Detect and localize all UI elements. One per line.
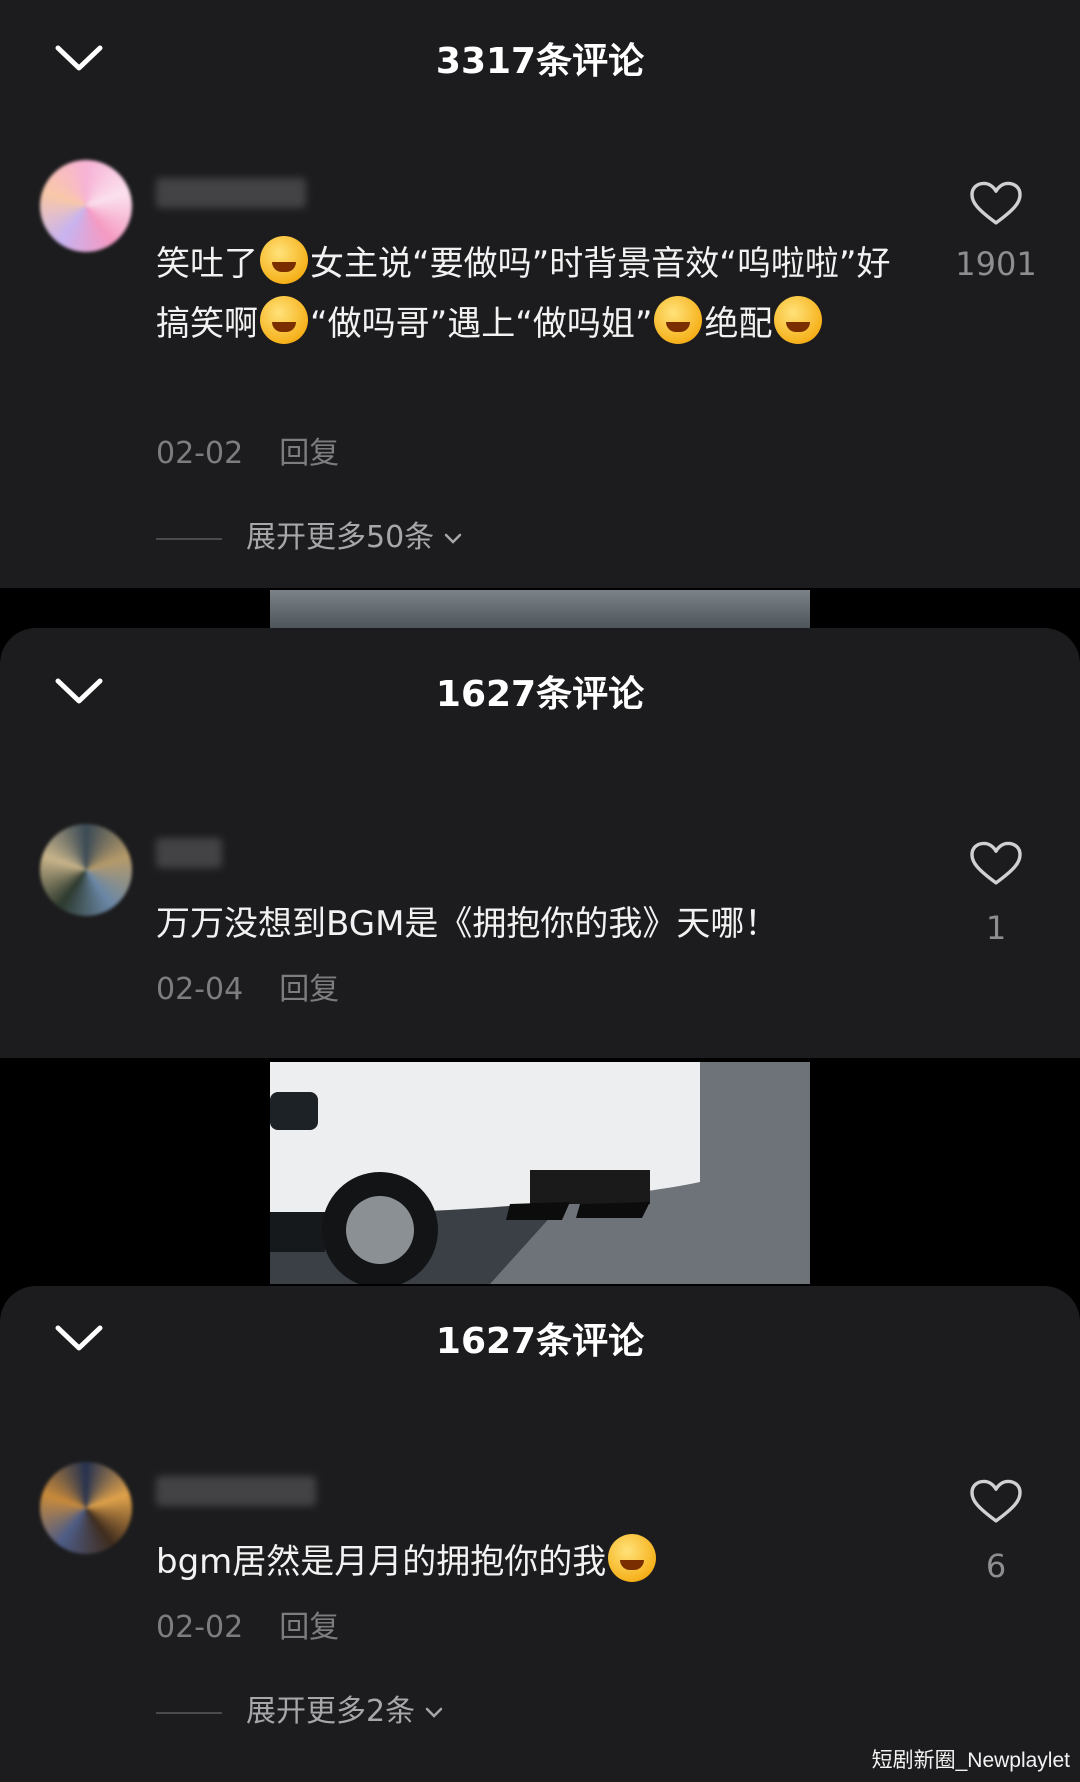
- comment-date: 02-02: [156, 1610, 244, 1645]
- sheet-header: 3317条评论: [0, 0, 1080, 120]
- divider: [156, 537, 222, 540]
- smiling-emoji-icon: [654, 296, 703, 344]
- comment-text-part: 笑吐了: [156, 244, 258, 284]
- reply-button[interactable]: 回复: [279, 436, 339, 471]
- username-blurred[interactable]: [156, 1476, 316, 1506]
- comment-date: 02-04: [156, 972, 244, 1007]
- comment-count-title: 1627条评论: [435, 1321, 645, 1362]
- comment-date: 02-02: [156, 436, 244, 471]
- video-frame: [270, 1062, 810, 1284]
- sheet-header: 1627条评论: [0, 1286, 1080, 1406]
- avatar[interactable]: [40, 160, 132, 252]
- comment-sheet-1: 3317条评论 笑吐了 女主说“要做吗”时背景音效“呜啦啦”好搞笑啊 “做吗哥”遇上…: [0, 0, 1080, 588]
- like-count: 1901: [955, 245, 1037, 283]
- comment-text-part: 绝配: [704, 304, 773, 344]
- comment-sheet-2: 1627条评论 万万没想到BGM是《拥抱你的我》天哪！ 02-04 回复 1: [0, 628, 1080, 1058]
- comment-count-title: 3317条评论: [435, 41, 645, 82]
- comment-count-title: 1627条评论: [435, 674, 645, 715]
- video-frame-illustration: [270, 1062, 810, 1284]
- comment-text: bgm居然是月月的拥抱你的我: [156, 1532, 916, 1592]
- reply-button[interactable]: 回复: [279, 1610, 339, 1645]
- heart-outline-icon[interactable]: [964, 840, 1028, 888]
- reply-button[interactable]: 回复: [279, 972, 339, 1007]
- expand-replies-label: 展开更多2条: [246, 1694, 416, 1729]
- heart-outline-icon[interactable]: [964, 180, 1028, 228]
- expand-replies-button[interactable]: 展开更多50条: [156, 518, 462, 558]
- like-count: 1: [985, 909, 1007, 947]
- comment-text-part: bgm居然是月月的拥抱你的我: [156, 1542, 607, 1582]
- comment-text-part: “做吗哥”遇上“做吗姐”: [310, 304, 653, 344]
- comment-sheet-3: 1627条评论 bgm居然是月月的拥抱你的我 02-02 回复 6 展开更多2条: [0, 1286, 1080, 1782]
- watermark: 短剧新圈_Newplaylet: [871, 1749, 1070, 1772]
- comment-meta: 02-02 回复: [156, 1608, 339, 1648]
- divider: [156, 1711, 222, 1714]
- heart-outline-icon[interactable]: [964, 1478, 1028, 1526]
- smirk-emoji-icon: [608, 1534, 657, 1582]
- smiling-emoji-icon: [260, 296, 308, 344]
- avatar[interactable]: [40, 1462, 132, 1554]
- comment-text: 笑吐了 女主说“要做吗”时背景音效“呜啦啦”好搞笑啊 “做吗哥”遇上“做吗姐” 绝配: [156, 234, 916, 354]
- expand-replies-label: 展开更多50条: [246, 520, 435, 555]
- video-background: [270, 590, 810, 628]
- comment-text: 万万没想到BGM是《拥抱你的我》天哪！: [156, 904, 779, 944]
- chevron-down-small-icon: [425, 1707, 443, 1718]
- sheet-header: 1627条评论: [0, 628, 1080, 748]
- expand-replies-button[interactable]: 展开更多2条: [156, 1692, 443, 1732]
- avatar[interactable]: [40, 824, 132, 916]
- laughing-emoji-icon: [774, 296, 823, 344]
- comment-meta: 02-04 回复: [156, 970, 339, 1010]
- chevron-down-small-icon: [444, 533, 462, 544]
- laughing-emoji-icon: [260, 236, 308, 284]
- like-count: 6: [985, 1547, 1007, 1585]
- username-blurred[interactable]: [156, 178, 306, 208]
- username-blurred[interactable]: [156, 838, 222, 868]
- comment-meta: 02-02 回复: [156, 434, 339, 474]
